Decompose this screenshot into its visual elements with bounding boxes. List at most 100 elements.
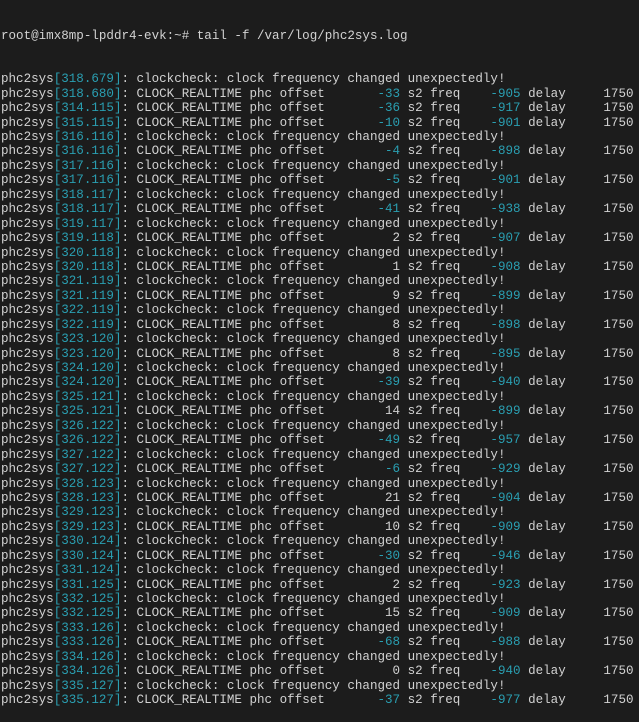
delay-label: delay (520, 635, 574, 650)
offset-value: 14 (332, 404, 401, 419)
separator: : (121, 548, 137, 563)
offset-value: -37 (332, 693, 401, 708)
timestamp: [328.123] (53, 490, 122, 505)
freq-label: s2 freq (400, 577, 468, 592)
delay-label: delay (520, 86, 574, 101)
process-name: phc2sys (1, 693, 54, 708)
separator: : (121, 72, 137, 87)
timestamp: [318.117] (53, 202, 122, 217)
clockcheck-message: clockcheck: clock frequency changed unex… (136, 303, 506, 318)
delay-value: 1750 (573, 231, 634, 246)
separator: : (121, 490, 137, 505)
delay-value: 1750 (573, 490, 634, 505)
process-name: phc2sys (1, 447, 54, 462)
delay-label: delay (520, 664, 574, 679)
timestamp: [326.122] (53, 433, 122, 448)
delay-label: delay (520, 519, 574, 534)
separator: : (121, 245, 137, 260)
freq-label: s2 freq (400, 462, 468, 477)
offset-value: 10 (332, 519, 401, 534)
timestamp: [326.122] (53, 418, 122, 433)
delay-value: 1750 (573, 202, 634, 217)
freq-label: s2 freq (400, 115, 468, 130)
separator: : (121, 303, 137, 318)
offset-value: 21 (332, 490, 401, 505)
log-line: phc2sys[317.116]: CLOCK_REALTIME phc off… (1, 173, 639, 187)
timestamp: [319.117] (53, 216, 122, 231)
freq-value: -905 (467, 86, 521, 101)
offset-value: -49 (332, 433, 401, 448)
delay-value: 1750 (573, 693, 634, 708)
process-name: phc2sys (1, 563, 54, 578)
freq-value: -901 (467, 173, 521, 188)
clockcheck-message: clockcheck: clock frequency changed unex… (136, 361, 506, 375)
clockcheck-message: clockcheck: clock frequency changed unex… (136, 274, 506, 289)
timestamp: [317.116] (53, 173, 122, 188)
timestamp: [330.124] (53, 548, 122, 563)
timestamp: [329.123] (53, 505, 122, 520)
delay-value: 1750 (573, 375, 634, 390)
delay-value: 1750 (573, 664, 634, 679)
offset-value: 8 (332, 346, 401, 361)
freq-label: s2 freq (400, 664, 468, 679)
process-name: phc2sys (1, 418, 54, 433)
process-name: phc2sys (1, 115, 54, 130)
separator: : (121, 577, 137, 592)
freq-label: s2 freq (400, 606, 468, 621)
log-line: phc2sys[323.120]: clockcheck: clock freq… (1, 332, 639, 346)
separator: : (121, 635, 137, 650)
separator: : (121, 375, 137, 390)
timestamp: [323.120] (53, 332, 122, 347)
separator: : (121, 332, 137, 347)
timestamp: [320.118] (53, 245, 122, 260)
offset-value: -5 (332, 173, 401, 188)
delay-label: delay (520, 317, 574, 332)
freq-label: s2 freq (400, 317, 468, 332)
offset-value: 15 (332, 606, 401, 621)
clockcheck-message: clockcheck: clock frequency changed unex… (136, 187, 506, 202)
process-name: phc2sys (1, 288, 54, 303)
offset-value: 8 (332, 317, 401, 332)
offset-label: CLOCK_REALTIME phc offset (136, 346, 333, 361)
process-name: phc2sys (1, 86, 54, 101)
freq-value: -946 (467, 548, 521, 563)
delay-value: 1750 (573, 101, 634, 116)
log-line: phc2sys[329.123]: clockcheck: clock freq… (1, 505, 639, 519)
offset-label: CLOCK_REALTIME phc offset (136, 317, 333, 332)
clockcheck-message: clockcheck: clock frequency changed unex… (136, 678, 506, 693)
process-name: phc2sys (1, 274, 54, 289)
process-name: phc2sys (1, 130, 54, 144)
freq-label: s2 freq (400, 173, 468, 188)
separator: : (121, 187, 137, 202)
process-name: phc2sys (1, 259, 54, 274)
timestamp: [323.120] (53, 346, 122, 361)
separator: : (121, 274, 137, 289)
separator: : (121, 519, 137, 534)
timestamp: [325.121] (53, 389, 122, 404)
log-line: phc2sys[316.116]: clockcheck: clock freq… (1, 130, 639, 144)
timestamp: [319.118] (53, 231, 122, 246)
offset-label: CLOCK_REALTIME phc offset (136, 462, 333, 477)
freq-value: -957 (467, 433, 521, 448)
offset-label: CLOCK_REALTIME phc offset (136, 519, 333, 534)
timestamp: [316.116] (53, 144, 122, 159)
freq-label: s2 freq (400, 86, 468, 101)
log-line: phc2sys[328.123]: CLOCK_REALTIME phc off… (1, 491, 639, 505)
clockcheck-message: clockcheck: clock frequency changed unex… (136, 389, 506, 404)
delay-value: 1750 (573, 462, 634, 477)
separator: : (121, 620, 137, 635)
offset-value: 2 (332, 577, 401, 592)
separator: : (121, 664, 137, 679)
terminal-output[interactable]: root@imx8mp-lpddr4-evk:~# tail -f /var/l… (0, 0, 639, 722)
freq-value: -898 (467, 144, 521, 159)
timestamp: [334.126] (53, 664, 122, 679)
process-name: phc2sys (1, 548, 54, 563)
timestamp: [334.126] (53, 649, 122, 664)
process-name: phc2sys (1, 505, 54, 520)
process-name: phc2sys (1, 173, 54, 188)
separator: : (121, 649, 137, 664)
log-line: phc2sys[315.115]: CLOCK_REALTIME phc off… (1, 116, 639, 130)
timestamp: [335.127] (53, 693, 122, 708)
freq-value: -923 (467, 577, 521, 592)
timestamp: [318.680] (53, 86, 122, 101)
